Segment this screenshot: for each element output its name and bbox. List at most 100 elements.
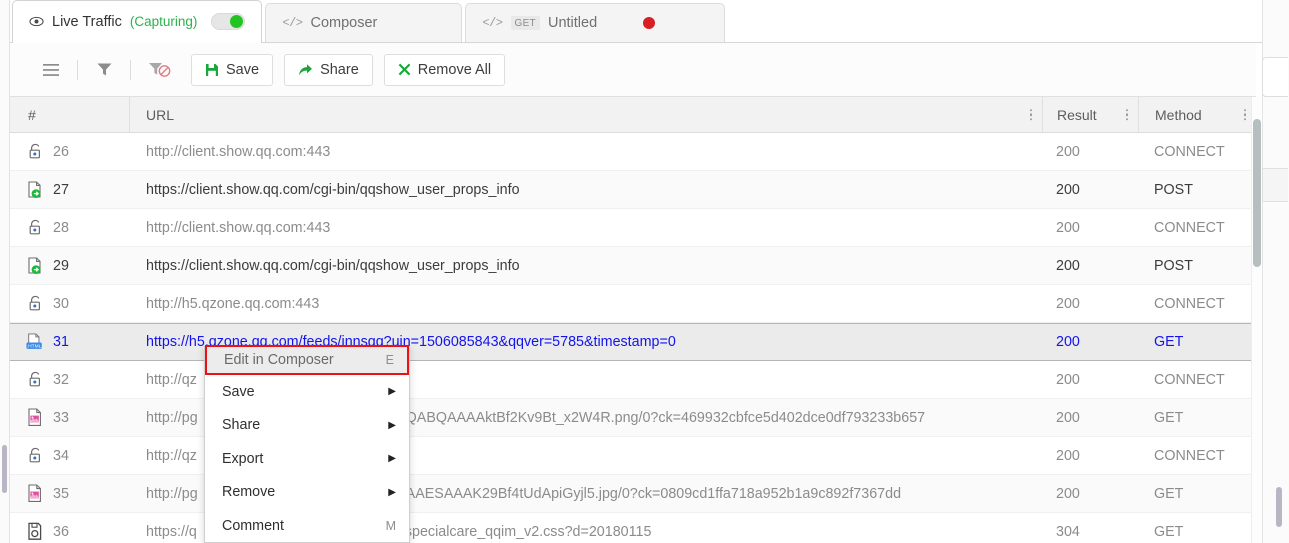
table-row[interactable]: 34 http://qz 200 CONNECT bbox=[10, 437, 1256, 475]
row-method-cell: CONNECT bbox=[1154, 447, 1225, 464]
context-menu-item-label: Comment bbox=[222, 517, 284, 534]
right-panel-tab-b[interactable] bbox=[1262, 168, 1288, 202]
save-button[interactable]: Save bbox=[191, 53, 274, 86]
share-arrow-icon bbox=[298, 63, 313, 77]
context-menu-item-label: Edit in Composer bbox=[224, 352, 334, 368]
row-url-label: https://client.show.qq.com/cgi-bin/qqsho… bbox=[146, 257, 520, 274]
cross-icon bbox=[398, 63, 411, 76]
row-url-label: http://qz bbox=[146, 371, 197, 388]
table-body: 26 http://client.show.qq.com:443 200 CONNEC… bbox=[10, 133, 1256, 543]
row-url-label: http://h5.qzone.qq.com:443 bbox=[146, 295, 320, 312]
row-number-cell: 34 bbox=[10, 446, 130, 466]
post-doc-icon bbox=[26, 180, 44, 200]
context-menu-item[interactable]: Edit in Composer E bbox=[205, 345, 409, 375]
tab-untitled[interactable]: </> GET Untitled bbox=[465, 3, 726, 42]
right-panel-tab-a[interactable] bbox=[1262, 57, 1288, 97]
vertical-scrollbar-thumb[interactable] bbox=[1253, 119, 1261, 267]
context-menu-item-label: Export bbox=[222, 450, 264, 467]
column-header-url[interactable]: URL bbox=[130, 97, 1042, 133]
row-number-label: 33 bbox=[53, 409, 69, 426]
table-row[interactable]: 30 http://h5.qzone.qq.com:443 200 CONNECT bbox=[10, 285, 1256, 323]
row-method-cell: POST bbox=[1154, 181, 1193, 198]
tab-live-traffic[interactable]: Live Traffic (Capturing) bbox=[12, 0, 263, 43]
row-method-cell: GET bbox=[1154, 409, 1184, 426]
context-menu-item[interactable]: Remove ▶ bbox=[205, 476, 409, 510]
row-url-cell: http://client.show.qq.com:443 bbox=[130, 144, 1042, 160]
row-result-cell: 200 bbox=[1056, 295, 1080, 312]
filter-icon[interactable] bbox=[87, 55, 121, 85]
capturing-status: (Capturing) bbox=[129, 14, 198, 29]
filter-off-icon[interactable] bbox=[140, 55, 180, 85]
row-url-label: https://client.show.qq.com/cgi-bin/qqsho… bbox=[146, 181, 520, 198]
image-doc-icon bbox=[26, 484, 44, 504]
context-menu-item[interactable]: Comment M bbox=[205, 509, 409, 543]
row-number-label: 32 bbox=[53, 371, 69, 388]
html-doc-icon: .HTML bbox=[26, 332, 44, 352]
context-menu-item-label: Share bbox=[222, 417, 261, 434]
column-header-number[interactable]: # bbox=[10, 96, 130, 133]
row-number-cell: 36 bbox=[10, 522, 130, 542]
row-number-label: 26 bbox=[53, 143, 69, 160]
row-url-cell: https://client.show.qq.com/cgi-bin/qqsho… bbox=[130, 258, 1042, 274]
context-menu-item[interactable]: Save ▶ bbox=[205, 375, 409, 409]
row-result-cell: 200 bbox=[1056, 257, 1080, 274]
row-result-cell: 200 bbox=[1056, 143, 1080, 160]
lock-icon bbox=[26, 294, 44, 314]
row-number-label: 28 bbox=[53, 219, 69, 236]
row-method-cell: CONNECT bbox=[1154, 219, 1225, 236]
left-gutter bbox=[0, 0, 10, 543]
row-method-cell: GET bbox=[1154, 334, 1184, 350]
table-row[interactable]: 26 http://client.show.qq.com:443 200 CONNEC… bbox=[10, 133, 1256, 171]
column-header-method[interactable]: Method bbox=[1138, 96, 1256, 133]
table-row[interactable]: 28 http://client.show.qq.com:443 200 CONNEC… bbox=[10, 209, 1256, 247]
tab-composer-label: Composer bbox=[310, 15, 378, 31]
table-row[interactable]: 29 https://client.show.qq.com/cgi-bin/qqs… bbox=[10, 247, 1256, 285]
remove-all-button[interactable]: Remove All bbox=[383, 53, 506, 86]
row-method-cell: POST bbox=[1154, 257, 1193, 274]
row-result-cell: 200 bbox=[1056, 219, 1080, 236]
table-row[interactable]: 35 http://pg AAESAAAK29Bf4tUdApiGyjl5.jpg/… bbox=[10, 475, 1256, 513]
context-menu-item[interactable]: Export ▶ bbox=[205, 442, 409, 476]
vertical-scrollbar[interactable] bbox=[1251, 97, 1262, 543]
row-result-cell: 200 bbox=[1056, 181, 1080, 198]
capture-toggle[interactable] bbox=[211, 13, 246, 30]
column-menu-icon[interactable] bbox=[1243, 108, 1246, 121]
tab-composer[interactable]: </> Composer bbox=[265, 3, 463, 42]
lock-icon bbox=[26, 446, 44, 466]
row-url-cell: https://client.show.qq.com/cgi-bin/qqsho… bbox=[130, 182, 1042, 198]
lock-icon bbox=[26, 218, 44, 238]
column-menu-icon[interactable] bbox=[1029, 108, 1032, 121]
row-number-cell: 28 bbox=[10, 218, 130, 238]
table-row[interactable]: 33 http://pg QABQAAAAktBf2Kv9Bt_x2W4R.png/… bbox=[10, 399, 1256, 437]
column-header-result[interactable]: Result bbox=[1042, 96, 1138, 133]
row-number-cell: .HTML 31 bbox=[10, 332, 130, 352]
row-url-tail-label: specialcare_qqim_v2.css?d=20180115 bbox=[404, 523, 652, 540]
share-button[interactable]: Share bbox=[284, 53, 373, 86]
row-url-tail-label: AAESAAAK29Bf4tUdApiGyjl5.jpg/0?ck=0809cd… bbox=[405, 485, 902, 502]
context-menu-item[interactable]: Share ▶ bbox=[205, 409, 409, 443]
left-gutter-scroll-thumb[interactable] bbox=[2, 445, 7, 493]
tab-live-traffic-label: Live Traffic bbox=[52, 13, 122, 30]
column-menu-icon[interactable] bbox=[1125, 108, 1128, 121]
context-menu-item-accelerator: E bbox=[385, 353, 394, 367]
table-row[interactable]: 27 https://client.show.qq.com/cgi-bin/qqs… bbox=[10, 171, 1256, 209]
context-menu-item-label: Remove bbox=[222, 484, 276, 501]
context-menu-item-accelerator: M bbox=[385, 518, 396, 533]
hamburger-menu-icon[interactable] bbox=[34, 55, 68, 85]
table-header-row: # URL Result Method bbox=[10, 96, 1256, 133]
row-number-cell: 29 bbox=[10, 256, 130, 276]
code-icon: </> bbox=[282, 16, 303, 30]
row-number-label: 36 bbox=[53, 523, 69, 540]
right-panel-scroll-thumb[interactable] bbox=[1276, 487, 1282, 527]
table-row[interactable]: 32 http://qz 200 CONNECT bbox=[10, 361, 1256, 399]
svg-text:.HTML: .HTML bbox=[27, 343, 42, 349]
row-url-label: http://client.show.qq.com:443 bbox=[146, 143, 331, 160]
row-result-cell: 200 bbox=[1056, 485, 1080, 502]
table-row[interactable]: .HTML 31 https://h5.qzone.qq.com/feeds/inn… bbox=[10, 323, 1256, 361]
row-url-label: http://qz bbox=[146, 447, 197, 464]
submenu-arrow-icon: ▶ bbox=[388, 419, 396, 431]
table-row[interactable]: 36 https://q specialcare_qqim_v2.css?d=201… bbox=[10, 513, 1256, 543]
row-url-tail-label: QABQAAAAktBf2Kv9Bt_x2W4R.png/0?ck=469932… bbox=[405, 409, 926, 426]
row-url-cell: http://h5.qzone.qq.com:443 bbox=[130, 296, 1042, 312]
row-method-cell: GET bbox=[1154, 523, 1184, 540]
